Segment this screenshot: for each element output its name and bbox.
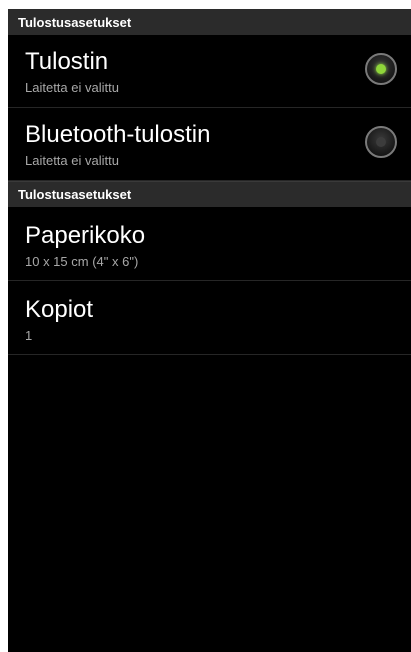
setting-copies[interactable]: Kopiot 1 bbox=[8, 281, 411, 355]
radio-on-icon[interactable] bbox=[365, 53, 397, 85]
printer-option-status: Laitetta ei valittu bbox=[25, 80, 119, 95]
setting-value: 10 x 15 cm (4" x 6") bbox=[25, 254, 139, 269]
setting-title: Kopiot bbox=[25, 296, 94, 323]
setting-paper-size[interactable]: Paperikoko 10 x 15 cm (4" x 6") bbox=[8, 207, 411, 281]
printer-option-title: Bluetooth-tulostin bbox=[25, 121, 211, 148]
setting-value: 1 bbox=[25, 328, 33, 343]
setting-title: Paperikoko bbox=[25, 222, 146, 249]
printer-option-title: Tulostin bbox=[25, 48, 109, 75]
section-header-settings: Tulostusasetukset bbox=[8, 181, 411, 207]
printer-option-status: Laitetta ei valittu bbox=[25, 153, 119, 168]
radio-off-icon[interactable] bbox=[365, 126, 397, 158]
section-header-label: Tulostusasetukset bbox=[18, 14, 132, 30]
print-settings-screen: Tulostusasetukset Tulostin Laitetta ei v… bbox=[8, 9, 411, 652]
printer-option-bluetooth[interactable]: Bluetooth-tulostin Laitetta ei valittu bbox=[8, 108, 411, 181]
section-header-label: Tulostusasetukset bbox=[18, 187, 132, 202]
section-header-printer: Tulostusasetukset bbox=[8, 9, 411, 35]
printer-option-tulostin[interactable]: Tulostin Laitetta ei valittu bbox=[8, 35, 411, 108]
